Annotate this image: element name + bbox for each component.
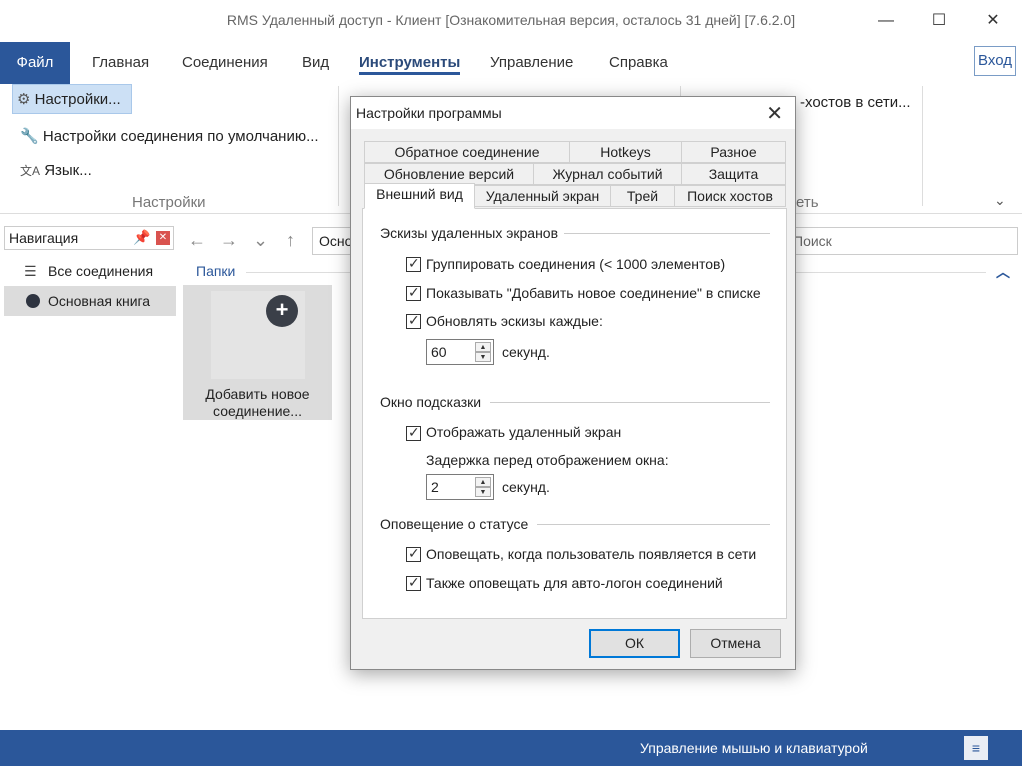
checkbox-label: Обновлять эскизы каждые:: [426, 313, 603, 329]
close-icon[interactable]: ✕: [766, 101, 783, 126]
checkbox-label: Группировать соединения (< 1000 элементо…: [426, 256, 726, 272]
close-icon[interactable]: ✕: [156, 231, 170, 245]
nav-header: Навигация 📌 ✕: [4, 226, 174, 250]
tab-connections[interactable]: Соединения: [182, 54, 268, 71]
tab-security[interactable]: Защита: [681, 163, 786, 185]
section-title-status: Оповещение о статусе: [380, 516, 529, 532]
language-label: Язык...: [44, 162, 92, 179]
add-connection-label-line2: соединение...: [213, 403, 302, 419]
tab-tray[interactable]: Трей: [610, 185, 675, 207]
tab-version-updates[interactable]: Обновление версий: [364, 163, 534, 185]
nav-title: Навигация: [9, 230, 79, 246]
dialog-title-bar: Настройки программы ✕: [351, 97, 795, 129]
tab-reverse-connection[interactable]: Обратное соединение: [364, 141, 570, 163]
ribbon-separator: [338, 86, 339, 206]
spinner-value: 2: [431, 479, 439, 495]
section-title-thumbnails: Эскизы удаленных экранов: [380, 225, 559, 241]
checkbox-show-remote-screen[interactable]: [406, 424, 421, 441]
checkbox-notify-online[interactable]: [406, 545, 421, 562]
status-bar: Управление мышью и клавиатурой ≡: [0, 730, 1022, 766]
nav-item-label: Все соединения: [48, 263, 154, 279]
section-title-tooltip: Окно подсказки: [380, 394, 482, 410]
chevron-down-icon[interactable]: ⌄: [253, 230, 268, 251]
title-bar: RMS Удаленный доступ - Клиент [Ознакомит…: [0, 0, 1022, 42]
spin-up-icon[interactable]: ▲: [475, 477, 491, 487]
spin-down-icon[interactable]: ▼: [475, 487, 491, 497]
book-icon: [26, 294, 40, 308]
seconds-label: секунд.: [502, 344, 550, 360]
ribbon-group-label: еть: [796, 194, 819, 211]
add-connection-label-line1: Добавить новое: [205, 386, 310, 402]
list-icon: ☰: [24, 263, 37, 279]
settings-dialog: Настройки программы ✕ Обратное соединени…: [350, 96, 796, 670]
tab-remote-screen[interactable]: Удаленный экран: [474, 185, 611, 207]
tab-appearance[interactable]: Внешний вид: [364, 183, 475, 209]
status-text: Управление мышью и клавиатурой: [640, 740, 868, 756]
ok-button[interactable]: ОК: [589, 629, 680, 658]
spinner-value: 60: [431, 344, 447, 360]
checkbox-show-add-connection[interactable]: [406, 284, 421, 301]
tab-event-log[interactable]: Журнал событий: [533, 163, 682, 185]
add-connection-label: Добавить новое соединение...: [183, 386, 332, 420]
checkbox-label: Показывать "Добавить новое соединение" в…: [426, 285, 761, 301]
forward-arrow-icon[interactable]: →: [220, 230, 238, 251]
ribbon-tabs: Главная Соединения Вид Инструменты Управ…: [0, 42, 1022, 84]
ribbon-separator: [922, 86, 923, 206]
checkbox-notify-autologon[interactable]: [406, 574, 421, 591]
checkbox-label: Также оповещать для авто-логон соединени…: [426, 575, 723, 591]
section-divider: [537, 524, 770, 525]
language-button[interactable]: 文A Язык...: [16, 156, 92, 186]
seconds-label: секунд.: [502, 479, 550, 495]
nav-item-all-connections[interactable]: ☰ Все соединения: [4, 256, 176, 286]
settings-button[interactable]: ⚙ Настройки...: [12, 84, 132, 114]
window-title: RMS Удаленный доступ - Клиент [Ознакомит…: [226, 12, 796, 28]
search-input[interactable]: Поиск: [784, 227, 1018, 255]
wrench-icon: 🔧: [20, 128, 39, 145]
chat-icon[interactable]: ≡: [964, 736, 988, 760]
section-divider: [564, 233, 770, 234]
nav-item-main-book[interactable]: Основная книга: [4, 286, 176, 316]
spin-down-icon[interactable]: ▼: [475, 352, 491, 362]
spin-up-icon[interactable]: ▲: [475, 342, 491, 352]
cancel-button[interactable]: Отмена: [690, 629, 781, 658]
default-connection-settings-button[interactable]: 🔧 Настройки соединения по умолчанию...: [16, 122, 319, 152]
checkbox-label: Отображать удаленный экран: [426, 424, 622, 440]
plus-icon: +: [266, 295, 298, 327]
chevron-down-icon[interactable]: ⌄: [994, 192, 1006, 209]
tab-misc[interactable]: Разное: [681, 141, 786, 163]
folders-label: Папки: [196, 263, 236, 279]
up-arrow-icon[interactable]: ↑: [286, 230, 295, 251]
nav-item-label: Основная книга: [48, 293, 151, 309]
default-conn-label: Настройки соединения по умолчанию...: [42, 128, 319, 145]
language-icon: 文A: [20, 164, 41, 178]
tab-management[interactable]: Управление: [490, 54, 573, 71]
tab-home[interactable]: Главная: [92, 54, 149, 71]
dialog-title: Настройки программы: [356, 105, 502, 121]
section-divider: [490, 402, 770, 403]
tab-hotkeys[interactable]: Hotkeys: [569, 141, 682, 163]
minimize-button[interactable]: —: [871, 8, 901, 34]
tab-host-search[interactable]: Поиск хостов: [674, 185, 786, 207]
pin-icon[interactable]: 📌: [133, 229, 150, 246]
maximize-button[interactable]: ☐: [924, 8, 954, 34]
login-button[interactable]: Вход: [974, 46, 1016, 76]
back-arrow-icon[interactable]: ←: [188, 230, 206, 251]
search-hosts-button[interactable]: -хостов в сети...: [796, 88, 911, 118]
collapse-icon[interactable]: ︿: [996, 262, 1010, 282]
checkbox-group-connections[interactable]: [406, 255, 421, 272]
checkbox-refresh-thumbnails[interactable]: [406, 312, 421, 329]
refresh-interval-spinner[interactable]: 60 ▲ ▼: [426, 339, 494, 365]
tab-help[interactable]: Справка: [609, 54, 668, 71]
tab-view[interactable]: Вид: [302, 54, 329, 71]
checkbox-label: Оповещать, когда пользователь появляется…: [426, 546, 757, 562]
settings-label: Настройки...: [34, 91, 121, 108]
close-button[interactable]: ✕: [978, 8, 1008, 34]
delay-spinner[interactable]: 2 ▲ ▼: [426, 474, 494, 500]
ribbon-group-label: Настройки: [132, 194, 206, 211]
delay-label: Задержка перед отображением окна:: [426, 452, 669, 468]
tab-tools[interactable]: Инструменты: [359, 54, 461, 75]
gear-icon: ⚙: [17, 91, 31, 108]
